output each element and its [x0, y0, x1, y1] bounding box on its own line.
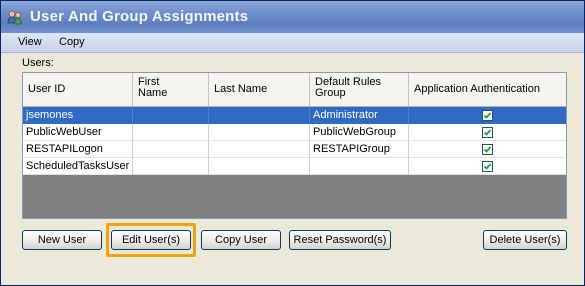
new-user-button[interactable]: New User: [22, 230, 102, 250]
column-header-label: Default Rules Group: [315, 76, 382, 99]
cell-application-authentication: [409, 124, 566, 141]
column-header-label: First Name: [138, 76, 168, 99]
edit-users-button[interactable]: Edit User(s): [111, 230, 191, 250]
cell-first-name: [133, 124, 209, 141]
cell-application-authentication: [409, 107, 566, 124]
table-row[interactable]: PublicWebUser PublicWebGroup: [23, 124, 566, 141]
table-row[interactable]: jsemones Administrator: [23, 107, 566, 124]
column-header-first-name[interactable]: First Name: [133, 73, 209, 106]
cell-first-name: [133, 141, 209, 158]
cell-user-id: PublicWebUser: [23, 124, 133, 141]
cell-last-name: [209, 141, 310, 158]
column-header-default-rules-group[interactable]: Default Rules Group: [310, 73, 409, 106]
title-bar[interactable]: User And Group Assignments: [1, 1, 584, 33]
column-header-last-name[interactable]: Last Name: [209, 73, 310, 106]
copy-user-button[interactable]: Copy User: [201, 230, 281, 250]
grid-header: User ID First Name Last Name Default Rul…: [23, 73, 566, 107]
cell-last-name: [209, 124, 310, 141]
menu-copy[interactable]: Copy: [59, 36, 85, 48]
cell-user-id: ScheduledTasksUser: [23, 158, 133, 175]
users-icon: [7, 9, 23, 25]
delete-users-button[interactable]: Delete User(s): [483, 230, 567, 250]
auth-checkbox[interactable]: [482, 160, 493, 172]
cell-application-authentication: [409, 158, 566, 175]
cell-default-rules-group: PublicWebGroup: [310, 124, 409, 141]
cell-default-rules-group: RESTAPIGroup: [310, 141, 409, 158]
users-label: Users:: [22, 57, 54, 69]
column-header-application-authentication[interactable]: Application Authentication: [409, 73, 566, 106]
menu-bar: View Copy: [1, 33, 584, 53]
table-row[interactable]: RESTAPILogon RESTAPIGroup: [23, 141, 566, 158]
cell-first-name: [133, 107, 209, 124]
auth-checkbox[interactable]: [482, 143, 493, 155]
users-grid[interactable]: User ID First Name Last Name Default Rul…: [22, 72, 567, 219]
column-header-label: Last Name: [214, 83, 268, 95]
column-header-user-id[interactable]: User ID: [23, 73, 133, 106]
menu-view[interactable]: View: [18, 36, 42, 48]
cell-user-id: RESTAPILogon: [23, 141, 133, 158]
cell-application-authentication: [409, 141, 566, 158]
cell-last-name: [209, 107, 310, 124]
column-header-label: User ID: [28, 83, 66, 95]
user-group-assignments-window: User And Group Assignments View Copy Use…: [0, 0, 585, 286]
table-row[interactable]: ScheduledTasksUser: [23, 158, 566, 175]
cell-last-name: [209, 158, 310, 175]
cell-default-rules-group: [310, 158, 409, 175]
cell-user-id: jsemones: [23, 107, 133, 124]
cell-first-name: [133, 158, 209, 175]
auth-checkbox[interactable]: [482, 126, 493, 138]
auth-checkbox[interactable]: [482, 109, 493, 121]
reset-password-button[interactable]: Reset Password(s): [289, 230, 391, 250]
cell-default-rules-group: Administrator: [310, 107, 409, 124]
column-header-label: Application Authentication: [414, 83, 540, 95]
window-title: User And Group Assignments: [30, 8, 249, 25]
